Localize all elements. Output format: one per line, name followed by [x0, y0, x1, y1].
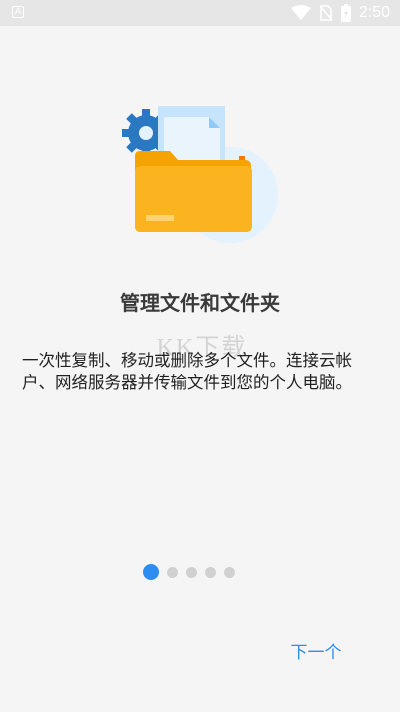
- page-indicator: [143, 564, 235, 580]
- wifi-icon: [290, 5, 311, 20]
- page-dot: [224, 566, 235, 578]
- onboarding-title: 管理文件和文件夹: [120, 291, 280, 315]
- next-button[interactable]: 下一个: [286, 640, 346, 666]
- page-dot: [167, 566, 178, 578]
- app-notification-icon: A: [12, 6, 24, 18]
- folder-front: [135, 166, 252, 232]
- battery-charging-icon: [340, 4, 351, 22]
- page-dot: [205, 566, 216, 578]
- status-bar: A 2:50: [0, 0, 400, 26]
- folder-illustration: [122, 106, 278, 243]
- status-time: 2:50: [358, 4, 390, 21]
- no-sim-icon: [319, 5, 333, 21]
- page-dot: [186, 566, 197, 578]
- page-dot-active: [143, 564, 159, 580]
- onboarding-description: 一次性复制、移动或删除多个文件。连接云帐户、网络服务器并传输文件到您的个人电脑。: [22, 351, 352, 392]
- status-icons: 2:50: [290, 3, 390, 23]
